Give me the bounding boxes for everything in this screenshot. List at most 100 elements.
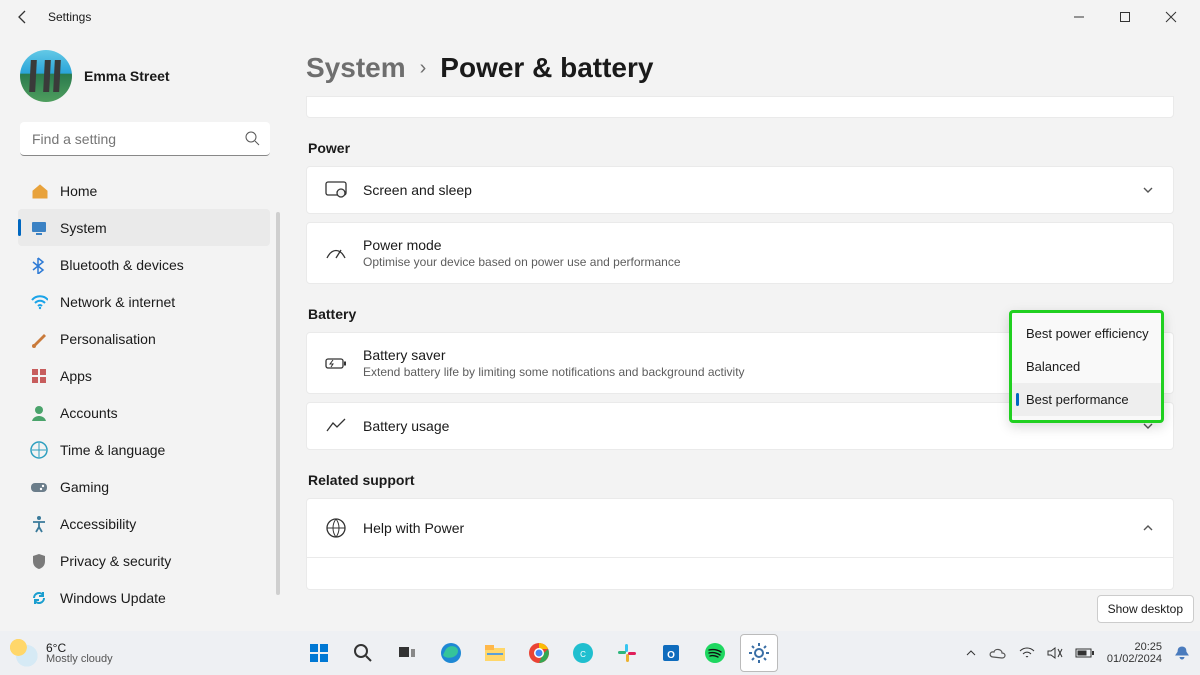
power-section-title: Power <box>308 140 1174 156</box>
breadcrumb: System › Power & battery <box>306 52 1174 84</box>
screen-icon <box>325 181 347 199</box>
sidebar-item-label: Accounts <box>60 405 118 421</box>
chevron-up-icon <box>1141 521 1155 535</box>
task-view[interactable] <box>388 634 426 672</box>
battery-saver-icon <box>325 355 347 371</box>
battery-usage-icon <box>325 417 347 435</box>
sidebar-item-network-internet[interactable]: Network & internet <box>18 283 270 320</box>
avatar <box>20 50 72 102</box>
battery-icon[interactable] <box>1075 647 1095 659</box>
accessibility-icon <box>30 515 48 533</box>
chrome-icon[interactable] <box>520 634 558 672</box>
help-icon <box>325 517 347 539</box>
taskbar-center: C O <box>300 634 778 672</box>
breadcrumb-parent[interactable]: System <box>306 52 406 84</box>
tray-chevron-icon[interactable] <box>965 647 977 659</box>
sidebar-item-accessibility[interactable]: Accessibility <box>18 505 270 542</box>
sidebar-item-label: Time & language <box>60 442 165 458</box>
privacy-icon <box>30 552 48 570</box>
titlebar: Settings <box>0 0 1200 34</box>
sidebar-item-windows-update[interactable]: Windows Update <box>18 579 270 616</box>
sidebar-item-label: Home <box>60 183 97 199</box>
sidebar-item-time-language[interactable]: Time & language <box>18 431 270 468</box>
chevron-down-icon <box>1141 183 1155 197</box>
dropdown-option[interactable]: Best power efficiency <box>1012 317 1161 350</box>
previous-card-bottom[interactable] <box>306 96 1174 118</box>
maximize-button[interactable] <box>1102 0 1148 34</box>
start-button[interactable] <box>300 634 338 672</box>
user-name: Emma Street <box>84 68 170 84</box>
sidebar-item-bluetooth-devices[interactable]: Bluetooth & devices <box>18 246 270 283</box>
sidebar-item-label: Personalisation <box>60 331 156 347</box>
help-expanded-content[interactable] <box>306 558 1174 590</box>
sidebar-item-accounts[interactable]: Accounts <box>18 394 270 431</box>
clock[interactable]: 20:25 01/02/2024 <box>1107 641 1162 665</box>
weather-widget[interactable]: 6°C Mostly cloudy <box>10 639 113 667</box>
search-input[interactable] <box>20 122 270 156</box>
window-title: Settings <box>48 10 91 24</box>
system-tray[interactable]: 20:25 01/02/2024 <box>965 641 1190 665</box>
apps-icon <box>30 367 48 385</box>
personalisation-icon <box>30 330 48 348</box>
close-button[interactable] <box>1148 0 1194 34</box>
weather-temp: 6°C <box>46 642 113 654</box>
weather-icon <box>10 639 38 667</box>
minimize-button[interactable] <box>1056 0 1102 34</box>
spotify-icon[interactable] <box>696 634 734 672</box>
help-title: Help with Power <box>363 520 464 536</box>
sidebar-item-system[interactable]: System <box>18 209 270 246</box>
volume-icon[interactable] <box>1047 646 1063 660</box>
sidebar-item-apps[interactable]: Apps <box>18 357 270 394</box>
svg-text:C: C <box>580 650 586 659</box>
time-icon <box>30 441 48 459</box>
show-desktop-tooltip: Show desktop <box>1097 595 1194 623</box>
sidebar-item-label: Windows Update <box>60 590 166 606</box>
home-icon <box>30 182 48 200</box>
search-box[interactable] <box>20 122 270 156</box>
outlook-icon[interactable]: O <box>652 634 690 672</box>
search-icon <box>244 130 260 146</box>
back-button[interactable] <box>6 0 40 34</box>
battery-saver-title: Battery saver <box>363 347 745 363</box>
svg-text:O: O <box>667 650 675 661</box>
bluetooth-icon <box>30 256 48 274</box>
content: System › Power & battery Power Screen an… <box>280 34 1200 631</box>
sidebar-item-label: Gaming <box>60 479 109 495</box>
breadcrumb-current: Power & battery <box>440 52 653 84</box>
sidebar: Emma Street Home SystemBluetooth & device… <box>0 34 280 631</box>
screen-sleep-card[interactable]: Screen and sleep <box>306 166 1174 214</box>
edge-icon[interactable] <box>432 634 470 672</box>
sidebar-item-label: Network & internet <box>60 294 175 310</box>
sidebar-scrollbar[interactable] <box>276 212 280 595</box>
power-mode-icon <box>325 244 347 262</box>
dropdown-option[interactable]: Balanced <box>1012 350 1161 383</box>
wifi-icon[interactable] <box>1019 647 1035 659</box>
sidebar-item-gaming[interactable]: Gaming <box>18 468 270 505</box>
slack-icon[interactable] <box>608 634 646 672</box>
gaming-icon <box>30 478 48 496</box>
sidebar-item-home[interactable]: Home <box>18 172 270 209</box>
onedrive-icon[interactable] <box>989 647 1007 659</box>
power-mode-sub: Optimise your device based on power use … <box>363 255 681 269</box>
power-mode-card[interactable]: Power mode Optimise your device based on… <box>306 222 1174 284</box>
power-mode-title: Power mode <box>363 237 681 253</box>
weather-desc: Mostly cloudy <box>46 654 113 665</box>
power-mode-dropdown[interactable]: Best power efficiency Balanced Best perf… <box>1009 310 1164 423</box>
battery-saver-sub: Extend battery life by limiting some not… <box>363 365 745 379</box>
canva-icon[interactable]: C <box>564 634 602 672</box>
related-section-title: Related support <box>308 472 1174 488</box>
profile[interactable]: Emma Street <box>20 50 276 102</box>
network-icon <box>30 293 48 311</box>
help-with-power-card[interactable]: Help with Power <box>306 498 1174 558</box>
sidebar-item-privacy-security[interactable]: Privacy & security <box>18 542 270 579</box>
explorer-icon[interactable] <box>476 634 514 672</box>
chevron-right-icon: › <box>420 57 427 80</box>
taskbar: 6°C Mostly cloudy C O 20:25 01/02/2024 <box>0 631 1200 675</box>
sidebar-item-personalisation[interactable]: Personalisation <box>18 320 270 357</box>
settings-taskbar-icon[interactable] <box>740 634 778 672</box>
clock-time: 20:25 <box>1134 641 1162 653</box>
taskbar-search[interactable] <box>344 634 382 672</box>
sidebar-item-label: Privacy & security <box>60 553 171 569</box>
dropdown-option-selected[interactable]: Best performance <box>1012 383 1161 416</box>
notifications-icon[interactable] <box>1174 645 1190 661</box>
